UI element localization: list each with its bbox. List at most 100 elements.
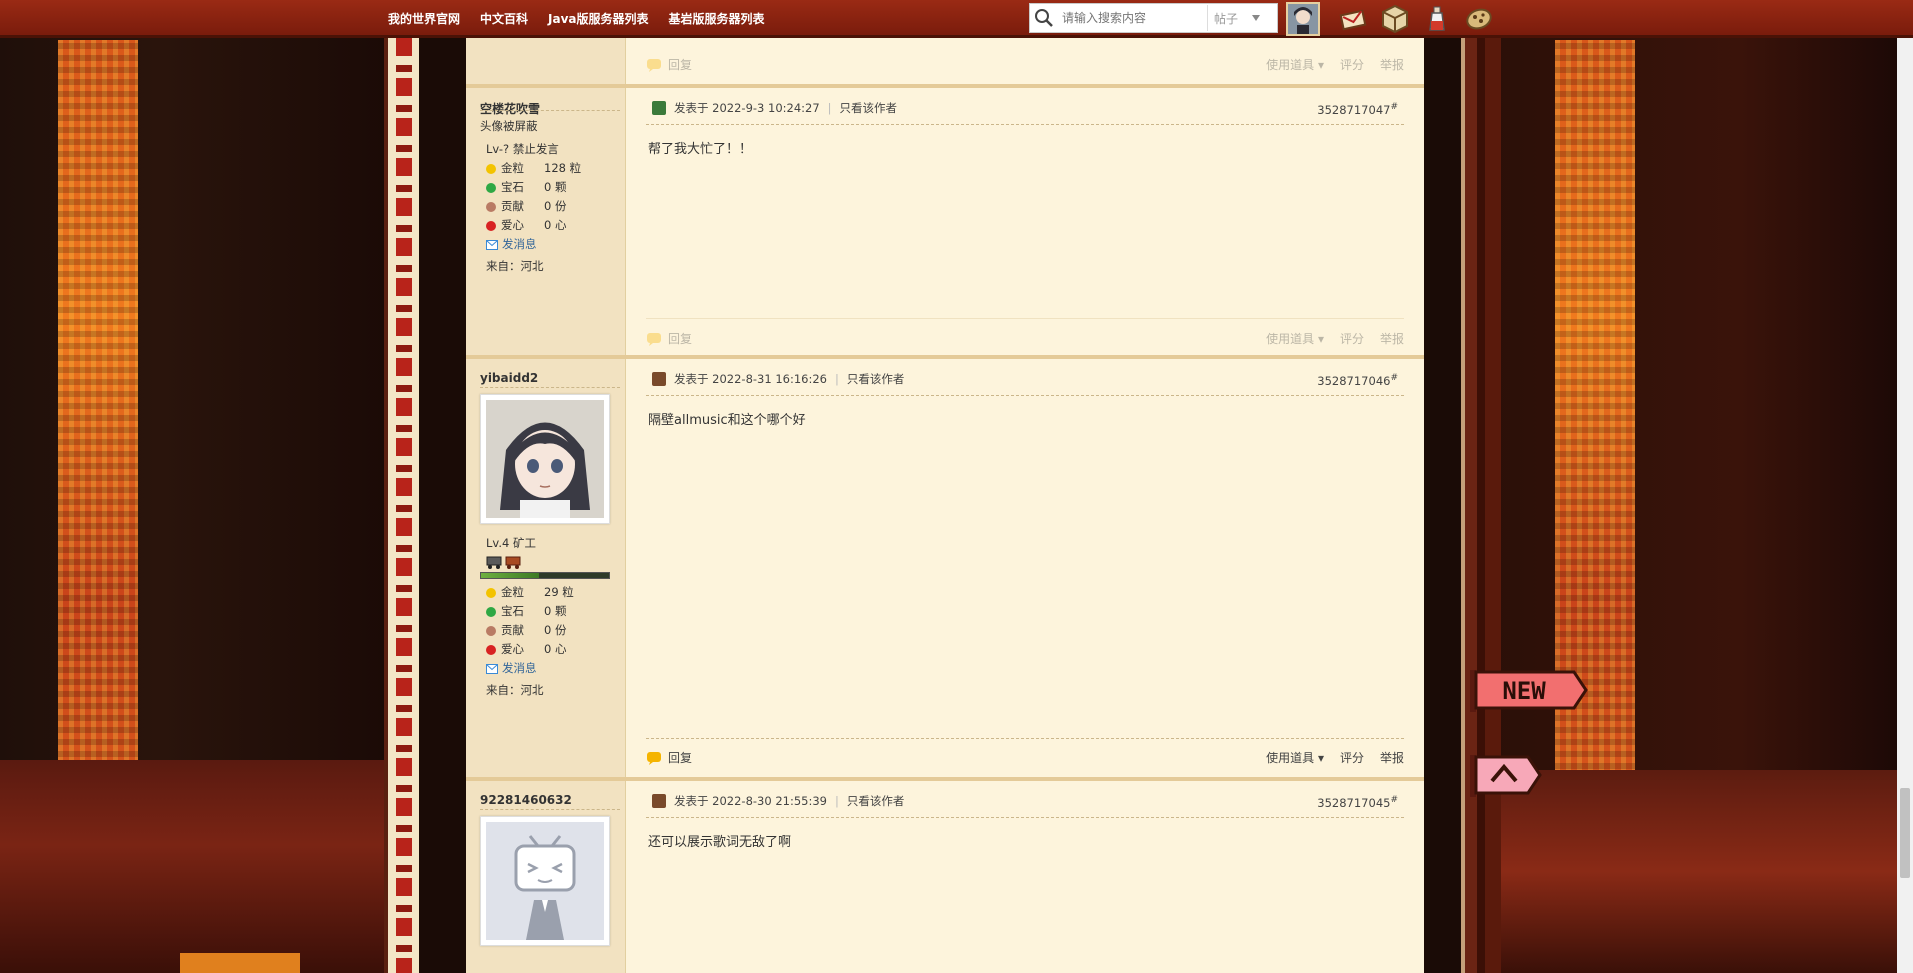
user-info: Lv.4 矿工 金粒 29 粒 宝石 0 颗 贡献 0 份 爱心 0 心 发消息 来自：…: [480, 387, 620, 700]
post-content: 帮了我大忙了！！: [648, 142, 753, 157]
envelope-icon: [486, 663, 498, 674]
meta-divider: [646, 395, 1404, 396]
user-info: 头像被屏蔽 Lv-? 禁止发言 金粒 128 粒 宝石 0 颗 贡献 0 份 爱心 0 …: [480, 110, 620, 276]
apple-icon: [486, 220, 496, 231]
meta-divider: [646, 124, 1404, 125]
post-floor-number[interactable]: 3528717047#: [1317, 102, 1398, 117]
reply-icon: [647, 332, 661, 346]
default-avatar-icon: [486, 822, 604, 940]
gem-icon: [486, 182, 496, 193]
nav-link-official[interactable]: 我的世界官网: [388, 10, 460, 27]
arrow-up-icon: [1470, 755, 1542, 797]
post-floor-number[interactable]: 3528717046#: [1317, 373, 1398, 388]
post-floor-number[interactable]: 3528717045#: [1317, 795, 1398, 810]
user-avatar-large[interactable]: [480, 816, 610, 946]
report-link[interactable]: 举报: [1380, 330, 1404, 347]
page-frame-left: [384, 38, 419, 973]
page-scrollbar[interactable]: [1897, 0, 1913, 973]
rank-icon: [652, 101, 666, 115]
rate-link[interactable]: 评分: [1340, 330, 1364, 347]
post-content: 还可以展示歌词无敌了啊: [648, 835, 792, 850]
rate-link[interactable]: 评分: [1340, 56, 1364, 73]
new-posts-button[interactable]: NEW: [1470, 666, 1588, 714]
send-message-link[interactable]: 发消息: [480, 235, 620, 254]
post-author-name[interactable]: yibaidd2: [480, 371, 538, 385]
avatar-image: [486, 400, 604, 518]
meta-divider: [646, 817, 1404, 818]
user-location: 来自：河北: [486, 683, 544, 697]
chest-minecart-icon: [505, 556, 521, 569]
post-footer: 回复 使用道具 ▾ 评分 举报: [646, 56, 1404, 73]
apple-icon: [486, 644, 496, 655]
post-author-name[interactable]: 92281460632: [480, 793, 572, 807]
stat-heart: 爱心 0 心: [480, 640, 620, 659]
report-link[interactable]: 举报: [1380, 749, 1404, 766]
user-location: 来自：河北: [486, 259, 544, 273]
nav-link-java-servers[interactable]: Java版服务器列表: [548, 10, 648, 27]
top-icons: [1338, 4, 1494, 34]
stat-gold: 金粒 128 粒: [480, 159, 620, 178]
post-3: 92281460632 发表于 2022-8-30 21:55:39 | 只看该…: [466, 781, 1424, 973]
user-level: Lv-? 禁止发言: [486, 142, 559, 156]
post-1: 空楼花吹雪 头像被屏蔽 Lv-? 禁止发言 金粒 128 粒 宝石 0 颗 贡献 0 …: [466, 88, 1424, 356]
user-avatar-large[interactable]: [480, 394, 610, 524]
potion-icon[interactable]: [1422, 4, 1452, 34]
post-date: 发表于 2022-8-30 21:55:39: [674, 794, 827, 808]
search-icon[interactable]: [1030, 4, 1058, 32]
nav-link-bedrock-servers[interactable]: 基岩版服务器列表: [669, 10, 765, 27]
reply-button[interactable]: 回复: [646, 56, 692, 73]
page-frame-right: [1461, 38, 1501, 973]
user-level: Lv.4 矿工: [486, 536, 536, 550]
use-tools-menu[interactable]: 使用道具 ▾: [1266, 330, 1324, 347]
post-previous-footer: 回复 使用道具 ▾ 评分 举报: [466, 38, 1424, 84]
nav-link-wiki[interactable]: 中文百科: [480, 10, 528, 27]
top-nav-bar: 我的世界官网 中文百科 Java版服务器列表 基岩版服务器列表 帖子: [0, 0, 1913, 38]
back-to-top-button[interactable]: [1470, 753, 1542, 799]
stat-heart: 爱心 0 心: [480, 216, 620, 235]
stat-contribution: 贡献 0 份: [480, 197, 620, 216]
user-avatar[interactable]: [1286, 2, 1320, 36]
post-2: yibaidd2 Lv.4 矿工 金粒 29 粒 宝石 0 颗 贡献 0 份 爱…: [466, 359, 1424, 777]
search-type-select[interactable]: 帖子: [1208, 10, 1261, 27]
only-author-link[interactable]: 只看该作者: [847, 371, 905, 387]
use-tools-menu[interactable]: 使用道具 ▾: [1266, 56, 1324, 73]
envelope-icon: [486, 239, 498, 250]
mail-icon[interactable]: [1338, 4, 1368, 34]
reply-button[interactable]: 回复: [646, 330, 692, 347]
new-label: NEW: [1502, 677, 1546, 705]
minecart-icon: [486, 556, 502, 569]
only-author-link[interactable]: 只看该作者: [847, 793, 905, 809]
rope-decoration: [396, 38, 412, 973]
user-info: [480, 809, 620, 946]
rank-icon: [652, 794, 666, 808]
only-author-link[interactable]: 只看该作者: [840, 100, 898, 116]
level-progress-bar: [480, 572, 610, 579]
lava-floor-right: [1500, 770, 1913, 973]
rate-link[interactable]: 评分: [1340, 749, 1364, 766]
use-tools-menu[interactable]: 使用道具 ▾: [1266, 749, 1324, 766]
send-message-link[interactable]: 发消息: [480, 659, 620, 678]
crafting-table-icon[interactable]: [1380, 4, 1410, 34]
post-date: 发表于 2022-9-3 10:24:27: [674, 101, 820, 115]
stat-gold: 金粒 29 粒: [480, 583, 620, 602]
reply-icon: [647, 58, 661, 72]
scrollbar-thumb[interactable]: [1900, 788, 1910, 878]
search-box: 帖子: [1029, 3, 1278, 33]
footer-divider: [646, 318, 1404, 319]
lava-floor-left: [0, 760, 400, 973]
search-type-label: 帖子: [1214, 11, 1239, 26]
search-input[interactable]: [1058, 5, 1208, 31]
post-footer: 回复 使用道具 ▾ 评分 举报: [646, 330, 1404, 347]
contribution-icon: [486, 625, 496, 636]
rank-icon: [652, 372, 666, 386]
reply-button[interactable]: 回复: [646, 749, 692, 766]
post-meta: 发表于 2022-8-30 21:55:39 | 只看该作者: [652, 793, 904, 809]
post-content: 隔壁allmusic和这个哪个好: [648, 413, 806, 428]
stat-gem: 宝石 0 颗: [480, 178, 620, 197]
reply-label: 回复: [668, 58, 693, 72]
report-link[interactable]: 举报: [1380, 56, 1404, 73]
gold-icon: [486, 587, 496, 598]
medals: [480, 555, 620, 569]
cookie-icon[interactable]: [1464, 4, 1494, 34]
post-footer: 回复 使用道具 ▾ 评分 举报: [646, 749, 1404, 766]
